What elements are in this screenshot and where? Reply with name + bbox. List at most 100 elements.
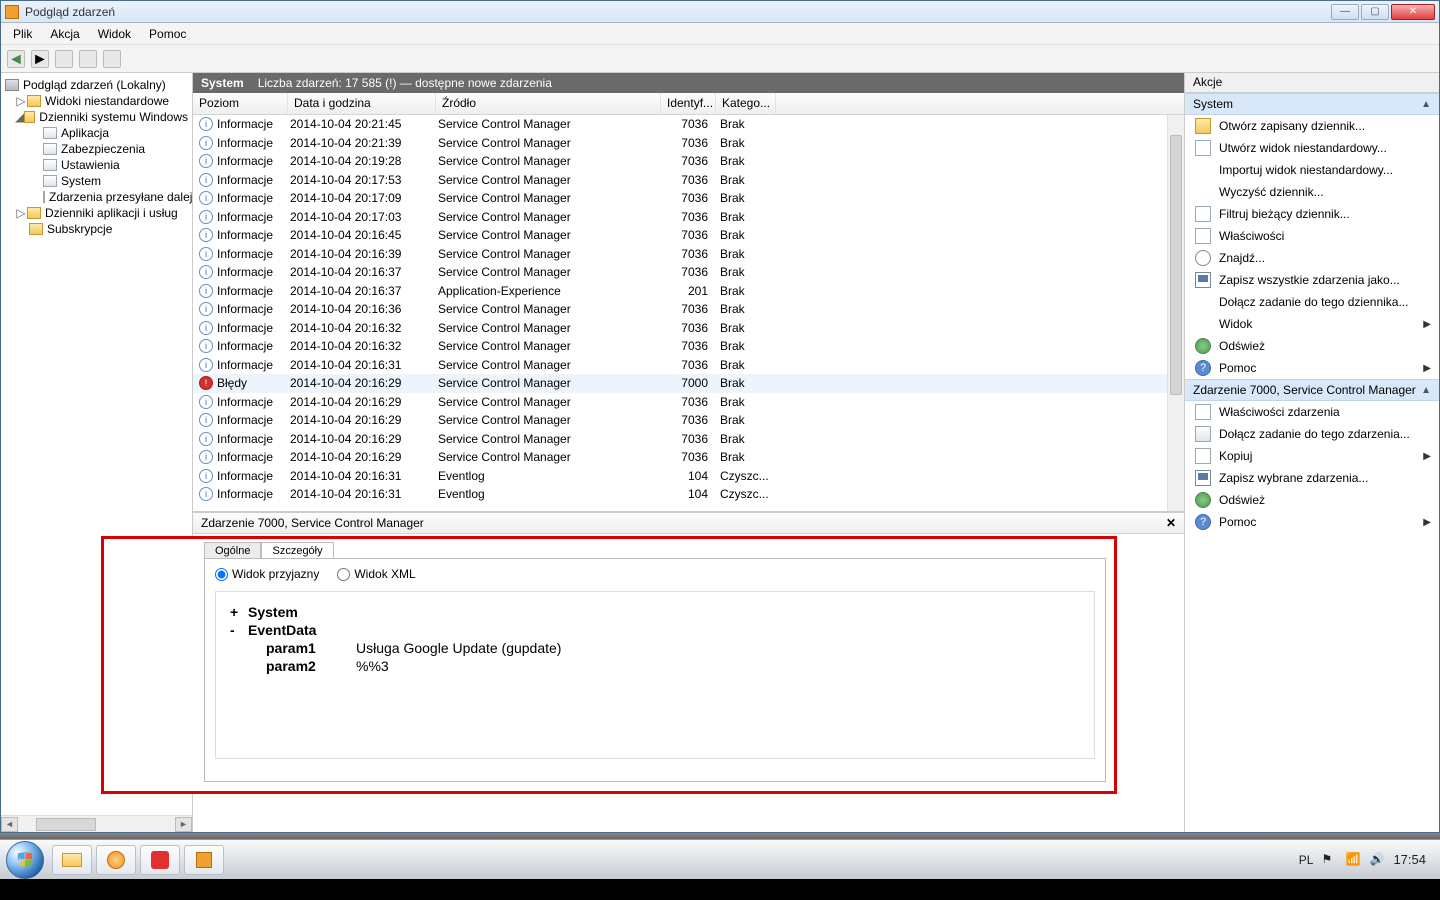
taskbar-app-1[interactable] bbox=[96, 845, 136, 875]
actions-section-event[interactable]: Zdarzenie 7000, Service Control Manager▲ bbox=[1185, 379, 1439, 401]
titlebar[interactable]: Podgląd zdarzeń — ▢ ✕ bbox=[1, 1, 1439, 23]
help-button[interactable] bbox=[103, 50, 121, 68]
language-indicator[interactable]: PL bbox=[1299, 853, 1314, 867]
clock[interactable]: 17:54 bbox=[1393, 852, 1426, 867]
system-tray[interactable]: PL ⚑ 📶 🔊 17:54 bbox=[1299, 852, 1434, 868]
volume-icon[interactable]: 🔊 bbox=[1369, 852, 1385, 868]
menu-view[interactable]: Widok bbox=[90, 25, 139, 43]
tree-forwarded[interactable]: Zdarzenia przesyłane dalej bbox=[3, 189, 190, 205]
action-refresh[interactable]: Odśwież bbox=[1185, 335, 1439, 357]
action-open-saved[interactable]: Otwórz zapisany dziennik... bbox=[1185, 115, 1439, 137]
tree-root[interactable]: Podgląd zdarzeń (Lokalny) bbox=[3, 77, 190, 93]
eventdata-node[interactable]: -EventData bbox=[230, 622, 1080, 638]
grid-vscroll[interactable] bbox=[1167, 115, 1184, 511]
detail-close-icon[interactable]: ✕ bbox=[1166, 516, 1176, 530]
category-cell: Brak bbox=[716, 247, 776, 261]
table-row[interactable]: iInformacje2014-10-04 20:16:37Applicatio… bbox=[193, 282, 1184, 301]
maximize-button[interactable]: ▢ bbox=[1361, 4, 1389, 20]
action-find[interactable]: Znajdź... bbox=[1185, 247, 1439, 269]
action-refresh-2[interactable]: Odśwież bbox=[1185, 489, 1439, 511]
col-level[interactable]: Poziom bbox=[193, 93, 288, 114]
table-row[interactable]: iInformacje2014-10-04 20:16:29Service Co… bbox=[193, 448, 1184, 467]
tree-security[interactable]: Zabezpieczenia bbox=[3, 141, 190, 157]
tree-subscriptions[interactable]: Subskrypcje bbox=[3, 221, 190, 237]
action-event-properties[interactable]: Właściwości zdarzenia bbox=[1185, 401, 1439, 423]
table-row[interactable]: iInformacje2014-10-04 20:16:45Service Co… bbox=[193, 226, 1184, 245]
tree-windows-logs[interactable]: ◢Dzienniki systemu Windows bbox=[3, 109, 190, 125]
radio-friendly[interactable]: Widok przyjazny bbox=[215, 567, 319, 581]
taskbar[interactable]: PL ⚑ 📶 🔊 17:54 bbox=[0, 839, 1440, 879]
back-button[interactable]: ◄ bbox=[7, 50, 25, 68]
actions-section-system[interactable]: System▲ bbox=[1185, 93, 1439, 115]
scroll-thumb[interactable] bbox=[1170, 135, 1182, 395]
menu-help[interactable]: Pomoc bbox=[141, 25, 194, 43]
tree-system[interactable]: System bbox=[3, 173, 190, 189]
table-row[interactable]: iInformacje2014-10-04 20:16:29Service Co… bbox=[193, 411, 1184, 430]
table-row[interactable]: iInformacje2014-10-04 20:16:39Service Co… bbox=[193, 245, 1184, 264]
table-row[interactable]: !Błędy2014-10-04 20:16:29Service Control… bbox=[193, 374, 1184, 393]
col-date[interactable]: Data i godzina bbox=[288, 93, 436, 114]
menu-file[interactable]: Plik bbox=[5, 25, 40, 43]
show-actions-button[interactable] bbox=[79, 50, 97, 68]
network-icon[interactable]: 📶 bbox=[1345, 852, 1361, 868]
action-create-view[interactable]: Utwórz widok niestandardowy... bbox=[1185, 137, 1439, 159]
close-button[interactable]: ✕ bbox=[1391, 4, 1435, 20]
tab-general[interactable]: Ogólne bbox=[204, 542, 261, 559]
tab-body: Widok przyjazny Widok XML +System -Event… bbox=[204, 558, 1106, 782]
action-copy[interactable]: Kopiuj▶ bbox=[1185, 445, 1439, 467]
table-row[interactable]: iInformacje2014-10-04 20:16:29Service Co… bbox=[193, 393, 1184, 412]
table-row[interactable]: iInformacje2014-10-04 20:16:37Service Co… bbox=[193, 263, 1184, 282]
action-help[interactable]: ?Pomoc▶ bbox=[1185, 357, 1439, 379]
table-row[interactable]: iInformacje2014-10-04 20:16:32Service Co… bbox=[193, 319, 1184, 338]
col-id[interactable]: Identyf... bbox=[661, 93, 716, 114]
action-import-view[interactable]: Importuj widok niestandardowy... bbox=[1185, 159, 1439, 181]
forward-button[interactable]: ► bbox=[31, 50, 49, 68]
table-row[interactable]: iInformacje2014-10-04 20:16:36Service Co… bbox=[193, 300, 1184, 319]
scroll-right-icon[interactable]: ► bbox=[175, 817, 192, 832]
table-row[interactable]: iInformacje2014-10-04 20:16:31Eventlog10… bbox=[193, 467, 1184, 486]
table-row[interactable]: iInformacje2014-10-04 20:17:09Service Co… bbox=[193, 189, 1184, 208]
action-save-all[interactable]: Zapisz wszystkie zdarzenia jako... bbox=[1185, 269, 1439, 291]
table-row[interactable]: iInformacje2014-10-04 20:16:32Service Co… bbox=[193, 337, 1184, 356]
scroll-left-icon[interactable]: ◄ bbox=[1, 817, 18, 832]
action-properties[interactable]: Właściwości bbox=[1185, 225, 1439, 247]
col-source[interactable]: Źródło bbox=[436, 93, 661, 114]
table-row[interactable]: iInformacje2014-10-04 20:16:31Service Co… bbox=[193, 356, 1184, 375]
table-row[interactable]: iInformacje2014-10-04 20:21:45Service Co… bbox=[193, 115, 1184, 134]
event-data-box[interactable]: +System -EventData param1Usługa Google U… bbox=[215, 591, 1095, 759]
system-node[interactable]: +System bbox=[230, 604, 1080, 620]
taskbar-event-viewer[interactable] bbox=[184, 845, 224, 875]
start-button[interactable] bbox=[6, 841, 44, 879]
menu-action[interactable]: Akcja bbox=[42, 25, 87, 43]
taskbar-explorer[interactable] bbox=[52, 845, 92, 875]
minimize-button[interactable]: — bbox=[1331, 4, 1359, 20]
table-row[interactable]: iInformacje2014-10-04 20:16:29Service Co… bbox=[193, 430, 1184, 449]
action-help-2[interactable]: ?Pomoc▶ bbox=[1185, 511, 1439, 533]
action-attach-task[interactable]: Dołącz zadanie do tego dziennika... bbox=[1185, 291, 1439, 313]
col-cat[interactable]: Katego... bbox=[716, 93, 776, 114]
grid-rows[interactable]: iInformacje2014-10-04 20:21:45Service Co… bbox=[193, 115, 1184, 511]
tree-hscroll[interactable]: ◄ ► bbox=[1, 815, 192, 832]
scroll-thumb[interactable] bbox=[36, 818, 96, 831]
table-row[interactable]: iInformacje2014-10-04 20:16:31Eventlog10… bbox=[193, 485, 1184, 504]
action-filter-log[interactable]: Filtruj bieżący dziennik... bbox=[1185, 203, 1439, 225]
tree-setup[interactable]: Ustawienia bbox=[3, 157, 190, 173]
grid-header[interactable]: Poziom Data i godzina Źródło Identyf... … bbox=[193, 93, 1184, 115]
action-clear-log[interactable]: Wyczyść dziennik... bbox=[1185, 181, 1439, 203]
tree-app-services[interactable]: ▷Dzienniki aplikacji i usług bbox=[3, 205, 190, 221]
tree-application[interactable]: Aplikacja bbox=[3, 125, 190, 141]
tray-icon[interactable]: ⚑ bbox=[1321, 852, 1337, 868]
table-row[interactable]: iInformacje2014-10-04 20:21:39Service Co… bbox=[193, 134, 1184, 153]
tab-details[interactable]: Szczegóły bbox=[261, 542, 333, 559]
tree-custom-views[interactable]: ▷Widoki niestandardowe bbox=[3, 93, 190, 109]
radio-xml[interactable]: Widok XML bbox=[337, 567, 415, 581]
action-event-task[interactable]: Dołącz zadanie do tego zdarzenia... bbox=[1185, 423, 1439, 445]
action-view[interactable]: Widok▶ bbox=[1185, 313, 1439, 335]
table-row[interactable]: iInformacje2014-10-04 20:17:03Service Co… bbox=[193, 208, 1184, 227]
info-icon: i bbox=[199, 413, 213, 427]
show-tree-button[interactable] bbox=[55, 50, 73, 68]
action-save-selected[interactable]: Zapisz wybrane zdarzenia... bbox=[1185, 467, 1439, 489]
taskbar-opera[interactable] bbox=[140, 845, 180, 875]
table-row[interactable]: iInformacje2014-10-04 20:17:53Service Co… bbox=[193, 171, 1184, 190]
table-row[interactable]: iInformacje2014-10-04 20:19:28Service Co… bbox=[193, 152, 1184, 171]
